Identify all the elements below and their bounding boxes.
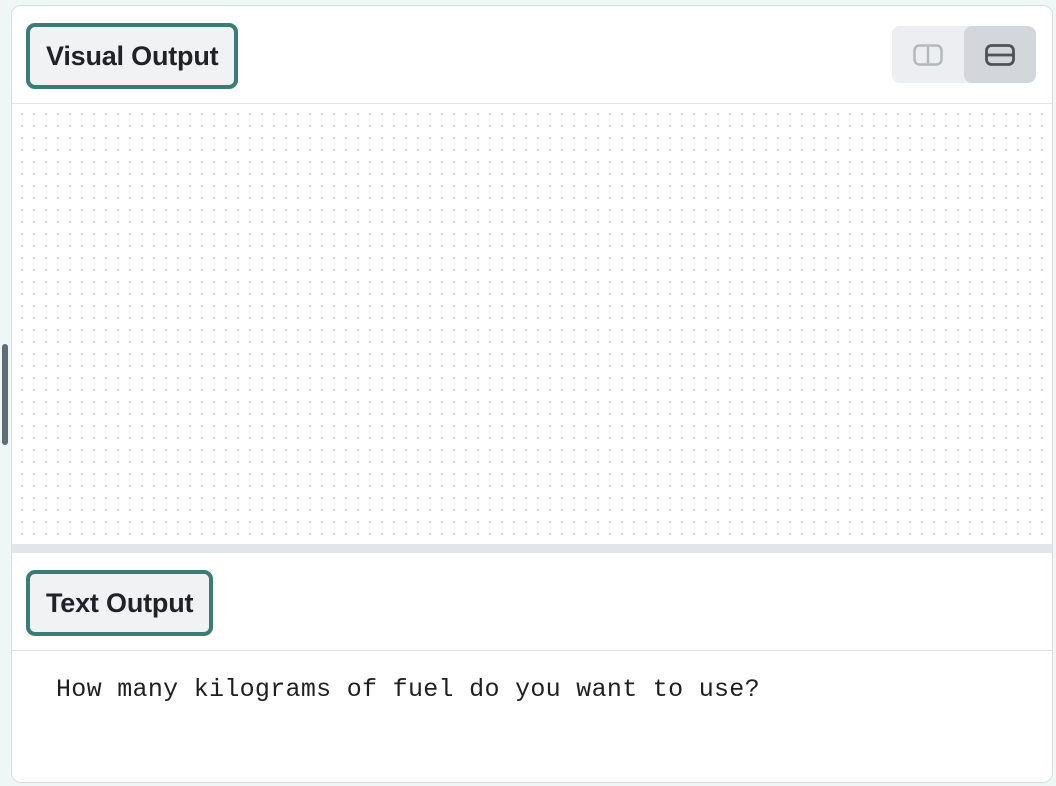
visual-output-header: Visual Output xyxy=(12,6,1052,104)
stacked-layout-button[interactable] xyxy=(964,26,1036,83)
panel-resize-handle[interactable] xyxy=(2,344,8,445)
output-panel: Visual Output Text Output How many kilog… xyxy=(11,5,1053,783)
split-columns-icon xyxy=(913,43,943,66)
visual-output-tab[interactable]: Visual Output xyxy=(26,23,239,89)
text-output-header: Text Output xyxy=(12,553,1052,651)
side-by-side-layout-button[interactable] xyxy=(892,26,964,83)
section-divider[interactable] xyxy=(12,544,1052,553)
text-output-console[interactable]: How many kilograms of fuel do you want t… xyxy=(12,651,1052,782)
visual-output-canvas[interactable] xyxy=(12,104,1052,544)
layout-toggle-group xyxy=(892,26,1036,83)
console-line: How many kilograms of fuel do you want t… xyxy=(56,675,760,704)
split-rows-icon xyxy=(985,43,1015,66)
text-output-tab[interactable]: Text Output xyxy=(26,570,214,636)
